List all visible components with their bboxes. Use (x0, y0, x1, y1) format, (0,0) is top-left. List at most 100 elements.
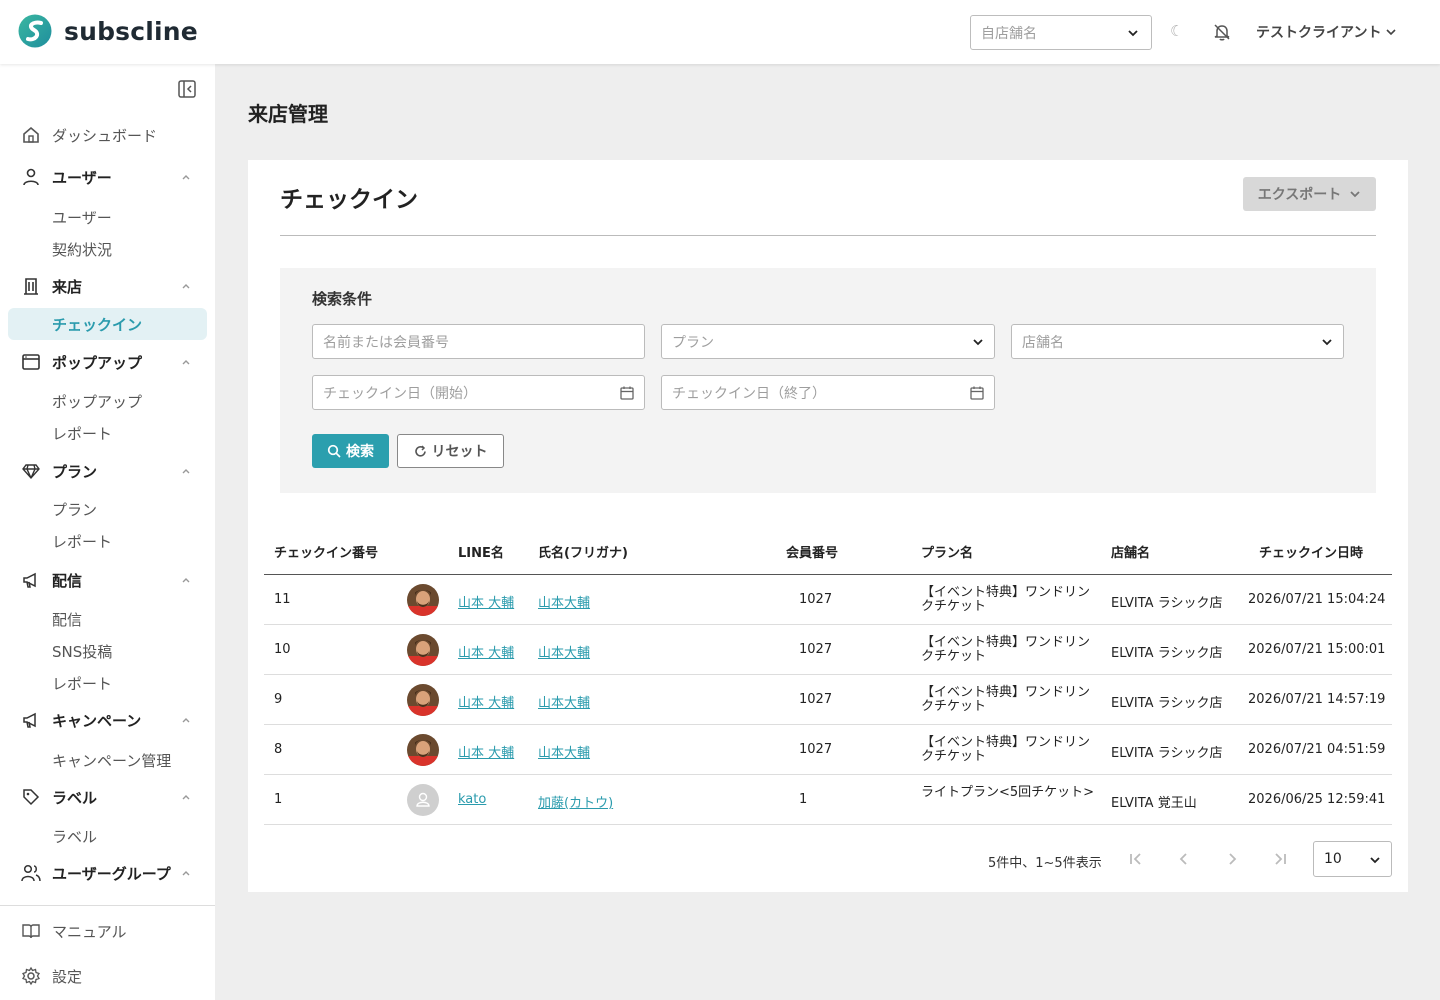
search-title: 検索条件 (312, 290, 373, 308)
first-page-icon[interactable] (1128, 851, 1144, 867)
sidebar-group-label: プラン (52, 462, 98, 481)
sidebar-group-delivery[interactable]: 配信 (20, 569, 195, 591)
line-name-link[interactable]: 山本 大輔 (458, 696, 514, 711)
user-icon (20, 166, 42, 188)
sidebar-item-users[interactable]: ユーザー (52, 207, 112, 228)
sidebar-collapse-icon[interactable] (177, 79, 197, 99)
app-logo[interactable]: subscline (16, 14, 198, 48)
sidebar-group-visit[interactable]: 来店 (20, 275, 195, 297)
cell-checkin-datetime: 2026/07/21 15:04:24 (1248, 592, 1386, 607)
cell-plan-name: 【イベント特典】ワンドリンクチケット (921, 585, 1091, 614)
col-checkin-number[interactable]: チェックイン番号 (274, 542, 378, 561)
cell-store-name: ELVITA ラシック店 (1111, 646, 1223, 661)
client-menu[interactable]: テストクライアント (1256, 22, 1397, 42)
sidebar-item-manual[interactable]: マニュアル (20, 920, 195, 942)
sidebar-group-usergroup[interactable]: ユーザーグループ (20, 862, 195, 884)
card-divider (280, 235, 1376, 236)
name-search-input[interactable]: 名前または会員番号 (312, 324, 645, 359)
sidebar-item-popup-report[interactable]: レポート (52, 423, 112, 444)
next-page-icon[interactable] (1224, 851, 1240, 867)
sidebar-item-checkin[interactable]: チェックイン (8, 308, 207, 340)
export-button[interactable]: エクスポート (1243, 177, 1376, 211)
col-checkin-datetime[interactable]: チェックイン日時 (1259, 542, 1363, 561)
plan-select[interactable]: プラン (661, 324, 995, 359)
sidebar-item-plan[interactable]: プラン (52, 499, 97, 520)
dark-mode-icon[interactable]: ☾ (1170, 22, 1183, 40)
table-body: 1 1 山本 大輔 山本大輔 1027 【イベント特典】ワンドリンクチケット EL… (264, 575, 1392, 825)
sidebar-item-delivery-report[interactable]: レポート (52, 673, 112, 694)
table-row[interactable]: 1 kato 加藤(カトウ) 1 ライトプラン<5回チケット> ELVITA 覚… (264, 775, 1392, 825)
search-button[interactable]: 検索 (312, 434, 389, 468)
sidebar-item-plan-report[interactable]: レポート (52, 531, 112, 552)
app-name: subscline (64, 16, 198, 46)
pagination-summary: 5件中、1~5件表示 (988, 856, 1102, 871)
gear-icon (20, 965, 42, 987)
table-row[interactable]: 8 山本 大輔 山本大輔 1027 【イベント特典】ワンドリンクチケット ELV… (264, 725, 1392, 775)
sidebar-group-label[interactable]: ラベル (20, 786, 195, 808)
avatar (407, 684, 439, 716)
cell-checkin-datetime: 2026/06/25 12:59:41 (1248, 792, 1386, 807)
user-name-link[interactable]: 山本大輔 (538, 746, 590, 761)
cell-member-number: 1027 (799, 592, 833, 607)
search-icon (327, 444, 341, 458)
sidebar-item-popup[interactable]: ポップアップ (52, 391, 142, 412)
sidebar-item-campaign-manage[interactable]: キャンペーン管理 (52, 750, 171, 771)
line-name-link[interactable]: 山本 大輔 (458, 746, 514, 761)
last-page-icon[interactable] (1272, 851, 1288, 867)
col-plan-name[interactable]: プラン名 (921, 542, 973, 561)
col-member-number[interactable]: 会員番号 (786, 542, 838, 561)
user-name-link[interactable]: 山本大輔 (538, 696, 590, 711)
reset-button[interactable]: リセット (397, 434, 504, 468)
chevron-up-icon (182, 578, 190, 583)
avatar (407, 634, 439, 666)
line-name-link[interactable]: 山本 大輔 (458, 646, 514, 661)
sidebar-group-popup[interactable]: ポップアップ (20, 351, 195, 373)
cell-member-number: 1027 (799, 692, 833, 707)
line-name-link[interactable]: kato (458, 792, 486, 807)
sidebar-group-label: ラベル (52, 788, 98, 807)
cell-checkin-number: 1 (274, 792, 283, 807)
checkin-date-start-input[interactable]: チェックイン日（開始） (312, 375, 645, 410)
sidebar-item-sns-post[interactable]: SNS投稿 (52, 641, 112, 662)
user-photo-icon (407, 684, 439, 716)
reset-button-label: リセット (431, 444, 488, 460)
cell-name-kana: 山本大輔 (538, 592, 590, 611)
building-icon (20, 275, 42, 297)
store-filter-placeholder: 店舗名 (1022, 334, 1064, 351)
checkin-date-end-input[interactable]: チェックイン日（終了） (661, 375, 995, 410)
sidebar-group-campaign[interactable]: キャンペーン (20, 709, 195, 731)
line-name-link[interactable]: 山本 大輔 (458, 596, 514, 611)
col-name-kana[interactable]: 氏名(フリガナ) (538, 542, 628, 561)
store-filter-select[interactable]: 店舗名 (1011, 324, 1344, 359)
table-row[interactable]: 9 山本 大輔 山本大輔 1027 【イベント特典】ワンドリンクチケット ELV… (264, 675, 1392, 725)
sidebar-group-plan[interactable]: プラン (20, 460, 195, 482)
table-row[interactable]: 10 山本 大輔 山本大輔 1027 【イベント特典】ワンドリンクチケット EL… (264, 625, 1392, 675)
store-select[interactable]: 自店舗名 (970, 15, 1152, 50)
page-title: 来店管理 (248, 102, 328, 126)
sidebar-group-user[interactable]: ユーザー (20, 166, 195, 188)
sidebar-item-settings[interactable]: 設定 (20, 965, 195, 987)
sidebar-item-delivery[interactable]: 配信 (52, 609, 82, 630)
user-name-link[interactable]: 山本大輔 (538, 596, 590, 611)
sidebar-item-label[interactable]: ラベル (52, 826, 97, 847)
per-page-select[interactable]: 10 (1313, 841, 1392, 877)
cell-member-number: 1 (799, 792, 808, 807)
sidebar-group-label: 来店 (52, 277, 83, 296)
col-store-name[interactable]: 店舗名 (1111, 542, 1150, 561)
megaphone-icon (20, 709, 42, 731)
sidebar-item-contracts[interactable]: 契約状況 (52, 239, 112, 260)
prev-page-icon[interactable] (1176, 851, 1192, 867)
cell-line-name: 山本 大輔 (458, 692, 514, 711)
logo-icon (18, 14, 52, 48)
user-name-link[interactable]: 山本大輔 (538, 646, 590, 661)
bell-off-icon[interactable] (1212, 22, 1232, 42)
browser-window-icon (20, 351, 42, 373)
sidebar-group-label: ポップアップ (52, 353, 143, 372)
cell-store-name: ELVITA ラシック店 (1111, 596, 1223, 611)
card-title: チェックイン (280, 187, 418, 213)
user-name-link[interactable]: 加藤(カトウ) (538, 796, 613, 811)
chevron-up-icon (182, 284, 190, 289)
col-line-name[interactable]: LINE名 (458, 542, 504, 561)
sidebar-item-dashboard[interactable]: ダッシュボード (20, 124, 195, 146)
table-row[interactable]: 11 山本 大輔 山本大輔 1027 【イベント特典】ワンドリンクチケット EL… (264, 575, 1392, 625)
